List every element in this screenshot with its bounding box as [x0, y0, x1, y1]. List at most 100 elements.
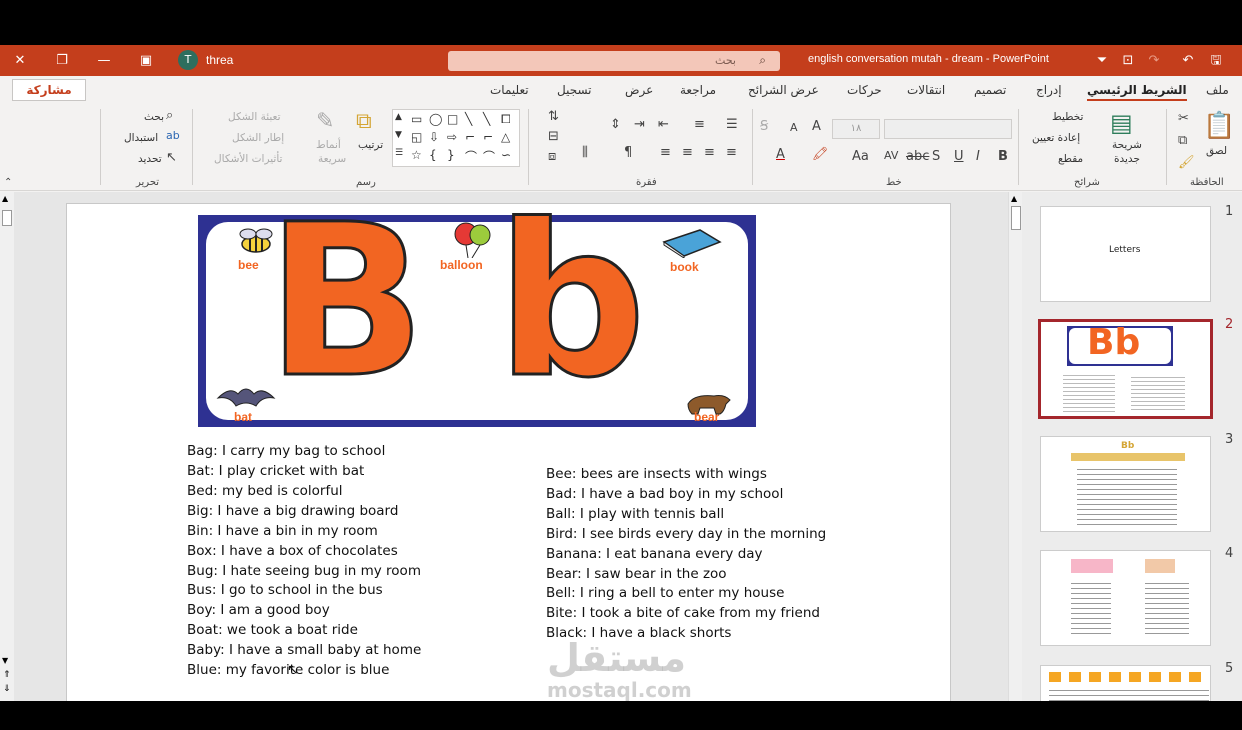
tab-file[interactable]: ملف	[1206, 83, 1229, 97]
font-color-icon[interactable]: A	[776, 147, 785, 162]
arc-shape-icon[interactable]: ⌒	[483, 148, 495, 165]
replace-button[interactable]: استبدال	[124, 132, 158, 144]
tab-slideshow[interactable]: عرض الشرائح	[748, 83, 819, 97]
bold-icon[interactable]: B	[998, 149, 1008, 164]
save-icon[interactable]: 🖫	[1206, 51, 1226, 71]
slide-thumbnail-selected[interactable]: Bb	[1038, 319, 1213, 419]
scroll-thumb[interactable]	[1011, 206, 1021, 230]
replace-icon[interactable]: ab	[166, 129, 180, 142]
quick-styles-label[interactable]: أنماط	[316, 139, 341, 151]
increase-indent-icon[interactable]: ⇥	[634, 117, 645, 132]
tab-design[interactable]: تصميم	[974, 83, 1006, 97]
smartart-icon[interactable]: ⧈	[548, 149, 556, 164]
close-icon[interactable]: ✕	[10, 51, 30, 71]
shapes-gallery[interactable]: ▭ ◯ □ ╲ ╲ ⧠ ◱ ⇩ ⇨ ⌐ ⌐ △ ☆ { } ⌒ ⌒ ∽ ▲ ▼ …	[392, 109, 520, 167]
avatar[interactable]: T	[178, 50, 198, 70]
quick-styles-icon[interactable]: ✎	[316, 109, 334, 134]
copy-icon[interactable]: ⧉	[1178, 133, 1187, 148]
line-shape-icon[interactable]: ╲	[465, 112, 472, 126]
select-button[interactable]: تحديد	[138, 153, 162, 165]
align-center-icon[interactable]: ≡	[704, 145, 715, 160]
star-shape-icon[interactable]: ☆	[411, 148, 422, 162]
minimize-icon[interactable]: —	[94, 51, 114, 71]
undo-icon[interactable]: ↶	[1178, 51, 1198, 71]
font-size-select[interactable]: ١٨	[832, 119, 880, 139]
line-spacing-icon[interactable]: ⇕	[610, 117, 621, 132]
slide-thumbnail[interactable]	[1040, 550, 1211, 646]
section-button[interactable]: مقطع	[1058, 153, 1083, 165]
freeform-shape-icon[interactable]: ∽	[501, 148, 511, 162]
shape-fill-button[interactable]: تعبئة الشكل	[228, 111, 281, 123]
oval-shape-icon[interactable]: ◯	[429, 112, 442, 126]
slide-thumbnail[interactable]: Letters	[1040, 206, 1211, 302]
tab-help[interactable]: تعليمات	[490, 83, 529, 97]
align-right-icon[interactable]: ≡	[726, 145, 737, 160]
restore-icon[interactable]: ❐	[52, 51, 72, 71]
underline-icon[interactable]: U	[954, 149, 964, 164]
select-icon[interactable]: ↖	[166, 150, 177, 165]
rtl-icon[interactable]: ¶	[624, 145, 632, 160]
cut-icon[interactable]: ✂	[1178, 111, 1189, 126]
redo-icon[interactable]: ↷	[1144, 51, 1164, 71]
format-painter-icon[interactable]: 🖌	[1178, 155, 1195, 170]
tab-view[interactable]: عرض	[625, 83, 653, 97]
customize-toolbar-icon[interactable]: ⏷	[1092, 51, 1112, 71]
slide-canvas[interactable]: B b bee balloon book bat bear Bag: I car…	[66, 190, 951, 701]
tab-home[interactable]: الشريط الرئيسي	[1087, 83, 1187, 101]
scroll-down-icon[interactable]: ▼	[2, 656, 8, 665]
shape-outline-button[interactable]: إطار الشكل	[232, 132, 284, 144]
curve-shape-icon[interactable]: ⌒	[465, 148, 477, 165]
left-scrollbar[interactable]: ▲ ▼ ⇑ ⇓	[0, 192, 14, 701]
callout-shape-icon[interactable]: ◱	[411, 130, 422, 144]
gallery-down-icon[interactable]: ▼	[395, 130, 402, 140]
scroll-thumb[interactable]	[2, 210, 12, 226]
tab-insert[interactable]: إدراج	[1036, 83, 1062, 97]
tab-transitions[interactable]: انتقالات	[907, 83, 945, 97]
slideshow-icon[interactable]: ⊡	[1118, 51, 1138, 71]
new-slide-icon[interactable]: ▤	[1110, 109, 1133, 137]
line2-shape-icon[interactable]: ╲	[483, 112, 490, 126]
search-input[interactable]: بحث ⌕	[448, 51, 780, 71]
strikethrough-icon[interactable]: abc	[906, 149, 929, 164]
textbox-shape-icon[interactable]: ⧠	[501, 112, 511, 127]
arrange-icon[interactable]: ⧉	[356, 109, 372, 134]
rect-shape-icon[interactable]: □	[447, 112, 458, 126]
tab-record[interactable]: تسجيل	[557, 83, 592, 97]
rectangle-shape-icon[interactable]: ▭	[411, 112, 422, 126]
change-case-icon[interactable]: Aa	[852, 149, 869, 164]
new-slide-label-2[interactable]: جديدة	[1114, 153, 1140, 165]
arrow-down-shape-icon[interactable]: ⇩	[429, 130, 439, 144]
slide-thumbnail[interactable]: Bb	[1040, 436, 1211, 532]
find-button[interactable]: بحث	[144, 111, 164, 123]
highlight-icon[interactable]: 🖍	[812, 147, 829, 162]
gallery-more-icon[interactable]: ☰	[395, 148, 403, 158]
shrink-font-icon[interactable]: A	[790, 121, 798, 134]
paste-icon[interactable]: 📋	[1203, 111, 1235, 141]
justify-icon[interactable]: ≡	[660, 145, 671, 160]
align-text-icon[interactable]: ⊟	[548, 129, 559, 144]
arrow-right-shape-icon[interactable]: ⇨	[447, 130, 457, 144]
prev-slide-icon[interactable]: ⇑	[3, 670, 11, 680]
brace-shape-icon[interactable]: {	[429, 148, 437, 162]
find-icon[interactable]: ⌕	[166, 108, 173, 123]
arrange-label[interactable]: ترتيب	[358, 139, 383, 151]
tab-animations[interactable]: حركات	[847, 83, 882, 97]
italic-icon[interactable]: I	[976, 149, 980, 164]
bullets-icon[interactable]: ☰	[726, 117, 738, 132]
paste-label[interactable]: لصق	[1206, 145, 1227, 157]
connector-shape-icon[interactable]: ⌐	[465, 130, 475, 144]
triangle-shape-icon[interactable]: △	[501, 130, 510, 144]
next-slide-icon[interactable]: ⇓	[3, 684, 11, 694]
decrease-indent-icon[interactable]: ⇤	[658, 117, 669, 132]
columns-icon[interactable]: ⫼	[582, 145, 588, 160]
grow-font-icon[interactable]: A	[812, 119, 821, 134]
char-spacing-icon[interactable]: AV	[884, 149, 898, 162]
align-left-icon[interactable]: ≡	[682, 145, 693, 160]
scroll-up-icon[interactable]: ▲	[1011, 194, 1017, 203]
reset-button[interactable]: إعادة تعيين	[1032, 132, 1080, 144]
share-button[interactable]: مشاركة	[12, 79, 86, 101]
new-slide-label[interactable]: شريحة	[1112, 139, 1142, 151]
font-name-select[interactable]	[884, 119, 1012, 139]
scroll-up-icon[interactable]: ▲	[2, 194, 8, 203]
text-direction-icon[interactable]: ⇅	[548, 109, 559, 124]
